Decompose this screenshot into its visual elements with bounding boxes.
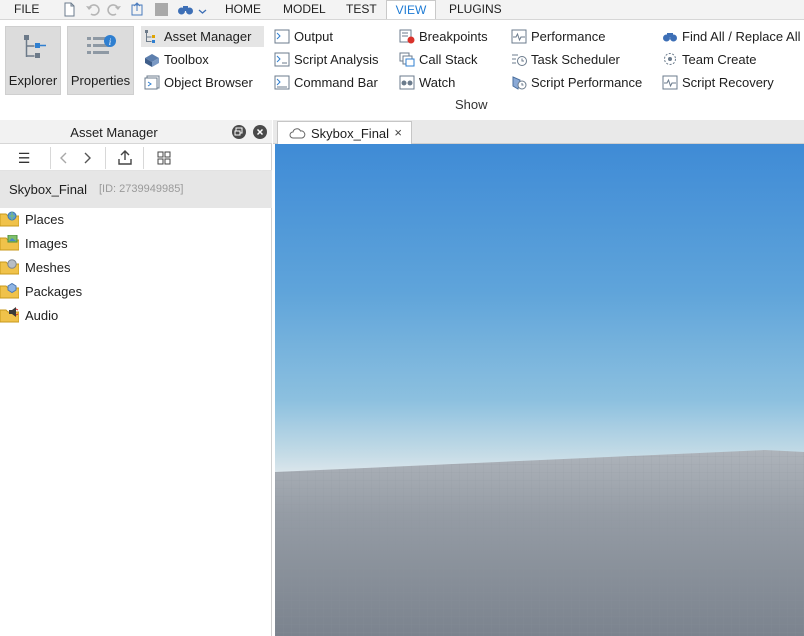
undock-panel-icon[interactable] <box>232 125 246 139</box>
menu-icon[interactable]: ☰ <box>14 148 34 168</box>
asset-manager-button[interactable]: Asset Manager <box>141 26 264 47</box>
object-browser-icon <box>144 75 160 90</box>
script-performance-icon <box>512 76 527 90</box>
properties-label: Properties <box>70 73 131 88</box>
tab-view[interactable]: VIEW <box>386 0 436 20</box>
call-stack-icon <box>399 52 415 67</box>
close-tab-icon[interactable]: × <box>394 125 402 140</box>
toolbox-icon <box>145 54 159 67</box>
cloud-icon <box>289 128 306 139</box>
script-recovery-icon <box>662 75 678 90</box>
close-panel-icon[interactable] <box>253 125 267 139</box>
tab-skybox-final[interactable]: Skybox_Final × <box>277 121 412 144</box>
ribbon: Explorer i Properties Asset Manager Tool… <box>0 19 804 117</box>
asset-manager-panel: Asset Manager ☰ Skybox_Final [ID: 273994… <box>0 120 272 636</box>
script-performance-label: Script Performance <box>531 75 643 90</box>
toolbox-label: Toolbox <box>164 52 209 67</box>
explorer-button[interactable]: Explorer <box>5 26 61 95</box>
audio-folder-icon <box>0 307 19 323</box>
object-browser-label: Object Browser <box>164 75 253 90</box>
folder-audio[interactable]: Audio <box>0 304 272 328</box>
script-analysis-label: Script Analysis <box>294 52 379 67</box>
toolbar-separator <box>105 147 106 169</box>
upload-icon[interactable] <box>115 148 135 168</box>
folder-label: Audio <box>25 308 59 323</box>
forward-icon[interactable] <box>77 148 97 168</box>
panel-title: Asset Manager <box>70 125 158 140</box>
tab-model[interactable]: MODEL <box>283 0 326 19</box>
editor-tab-strip: Skybox_Final × <box>273 120 804 144</box>
output-icon <box>274 29 290 44</box>
breakpoints-label: Breakpoints <box>419 29 488 44</box>
task-scheduler-icon <box>512 54 527 66</box>
find-replace-label: Find All / Replace All <box>682 29 801 44</box>
explorer-icon <box>24 35 46 58</box>
folder-label: Packages <box>25 284 83 299</box>
tab-plugins[interactable]: PLUGINS <box>449 0 502 19</box>
team-create-label: Team Create <box>682 52 757 67</box>
toolbar-separator <box>50 147 51 169</box>
folder-label: Places <box>25 212 65 227</box>
folder-images[interactable]: Images <box>0 232 272 256</box>
script-recovery-label: Script Recovery <box>682 75 774 90</box>
redo-icon[interactable] <box>107 2 122 17</box>
file-menu[interactable]: FILE <box>14 0 40 19</box>
toolbar-separator <box>143 147 144 169</box>
publish-icon[interactable] <box>130 2 145 17</box>
watch-icon <box>399 75 415 90</box>
packages-folder-icon <box>0 283 19 299</box>
images-folder-icon <box>0 235 19 251</box>
team-create-icon <box>664 53 676 65</box>
folder-label: Meshes <box>25 260 71 275</box>
folder-label: Images <box>25 236 68 251</box>
explorer-label: Explorer <box>8 73 58 88</box>
tab-test[interactable]: TEST <box>346 0 377 19</box>
place-name: Skybox_Final <box>9 182 88 197</box>
tab-label: Skybox_Final <box>311 126 390 141</box>
properties-icon: i <box>87 35 116 54</box>
performance-icon <box>511 29 527 44</box>
asset-manager-icon <box>145 30 155 43</box>
menu-bar: FILE HOME MODEL TEST VIEW PLUGINS <box>0 0 804 20</box>
back-icon[interactable] <box>54 148 74 168</box>
tab-home[interactable]: HOME <box>225 0 261 19</box>
command-bar-icon <box>274 75 290 90</box>
asset-toolbar: ☰ <box>0 145 272 171</box>
breakpoints-icon <box>399 29 415 44</box>
breadcrumb: Skybox_Final [ID: 2739949985] <box>0 171 272 208</box>
undo-icon[interactable] <box>85 2 100 17</box>
folder-places[interactable]: Places <box>0 208 272 232</box>
properties-button[interactable]: i Properties <box>67 26 134 95</box>
task-scheduler-label: Task Scheduler <box>531 52 620 67</box>
binoculars-icon[interactable] <box>177 2 194 17</box>
script-analysis-icon <box>274 52 290 67</box>
chevron-down-icon[interactable] <box>198 2 207 17</box>
show-group-label: Show <box>455 97 488 112</box>
watch-label: Watch <box>419 75 456 90</box>
places-folder-icon <box>0 211 19 227</box>
performance-label: Performance <box>531 29 606 44</box>
baseplate-ground <box>275 450 804 636</box>
folder-meshes[interactable]: Meshes <box>0 256 272 280</box>
asset-manager-label: Asset Manager <box>164 29 252 44</box>
stop-icon[interactable] <box>154 2 169 17</box>
3d-viewport[interactable] <box>275 144 804 636</box>
call-stack-label: Call Stack <box>419 52 478 67</box>
grid-view-icon[interactable] <box>154 148 174 168</box>
meshes-folder-icon <box>0 259 19 275</box>
place-id: [ID: 2739949985] <box>99 183 184 195</box>
command-bar-label: Command Bar <box>294 75 378 90</box>
output-label: Output <box>294 29 334 44</box>
folder-packages[interactable]: Packages <box>0 280 272 304</box>
find-replace-icon <box>663 33 677 42</box>
new-file-icon[interactable] <box>62 2 77 17</box>
panel-header: Asset Manager <box>0 120 272 144</box>
